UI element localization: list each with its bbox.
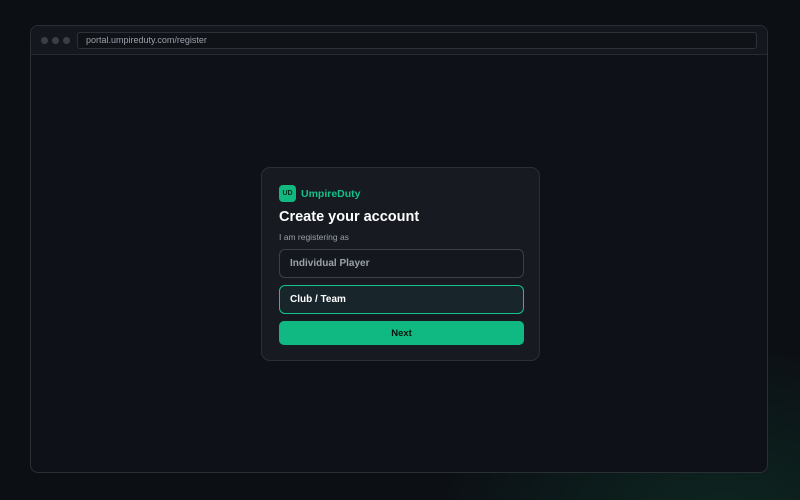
window-minimize-dot[interactable]: [52, 37, 59, 44]
registration-card: UD UmpireDuty Create your account I am r…: [261, 167, 540, 361]
option-club-team[interactable]: Club / Team: [279, 285, 524, 314]
brand-name: UmpireDuty: [301, 187, 361, 200]
next-button[interactable]: Next: [279, 321, 524, 345]
address-bar[interactable]: portal.umpireduty.com/register: [77, 32, 757, 49]
role-label: I am registering as: [279, 232, 349, 242]
brand: UD UmpireDuty: [279, 185, 361, 202]
browser-window: portal.umpireduty.com/register UD Umpire…: [30, 25, 768, 473]
window-maximize-dot[interactable]: [63, 37, 70, 44]
page-title: Create your account: [279, 209, 420, 225]
option-individual-player[interactable]: Individual Player: [279, 249, 524, 278]
brand-logo: UD: [279, 185, 296, 202]
window-close-dot[interactable]: [41, 37, 48, 44]
browser-titlebar: portal.umpireduty.com/register: [31, 26, 767, 55]
option-label: Individual Player: [290, 258, 370, 269]
option-label: Club / Team: [290, 294, 346, 305]
next-button-label: Next: [391, 327, 412, 339]
